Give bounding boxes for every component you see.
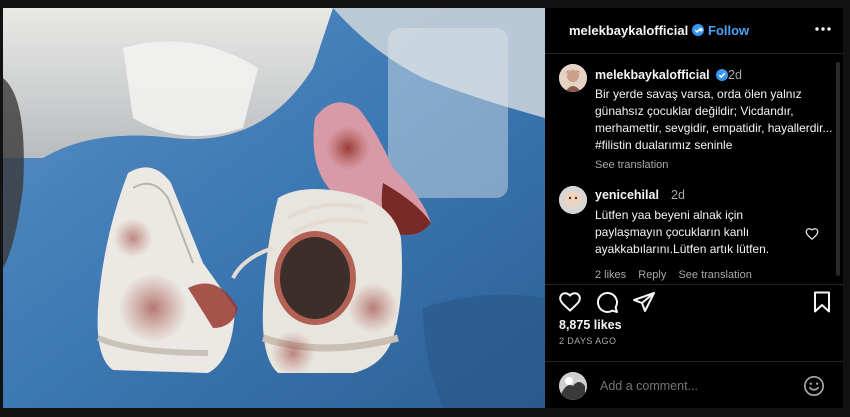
header-username-text: melekbaykalofficial: [569, 23, 689, 38]
caption-time[interactable]: 2d: [728, 68, 742, 82]
current-user-avatar-image: [559, 372, 587, 400]
caption-see-translation[interactable]: See translation: [595, 159, 668, 171]
comment-reply-button[interactable]: Reply: [638, 269, 666, 281]
caption-username[interactable]: melekbaykalofficial: [595, 68, 710, 82]
post-image-illustration: [3, 8, 545, 408]
post-modal: melekbaykalofficial • Follow melekbaykal…: [0, 0, 850, 417]
share-icon[interactable]: [632, 290, 656, 314]
comment-like-heart-icon[interactable]: [805, 227, 819, 241]
comment-text: Lütfen yaa beyeni alnak için paylaşmayın…: [595, 208, 770, 256]
comment-username[interactable]: yenicehilal: [595, 188, 659, 202]
add-comment-input[interactable]: [600, 379, 790, 393]
header-username[interactable]: melekbaykalofficial: [569, 23, 705, 38]
add-comment-row: [545, 368, 843, 404]
caption-avatar[interactable]: [559, 64, 587, 92]
post-actions: [545, 290, 843, 320]
emoji-icon[interactable]: [803, 375, 825, 397]
post-likes-count[interactable]: 8,875 likes: [559, 318, 622, 332]
caption-avatar-image: [559, 64, 587, 92]
divider: [545, 284, 843, 285]
comment-avatar[interactable]: [559, 186, 587, 214]
comment-meta: 2 likes Reply See translation: [595, 269, 761, 281]
post-header: melekbaykalofficial • Follow: [545, 8, 843, 54]
comment-likes[interactable]: 2 likes: [595, 269, 626, 281]
comment-icon[interactable]: [595, 290, 619, 314]
heart-icon[interactable]: [558, 290, 582, 314]
comment-see-translation[interactable]: See translation: [678, 269, 751, 281]
comment-item: yenicehilal 2d Lütfen yaa beyeni alnak i…: [557, 186, 837, 281]
current-user-avatar[interactable]: [559, 372, 587, 400]
follow-button[interactable]: Follow: [708, 23, 749, 38]
comment-time[interactable]: 2d: [671, 188, 685, 202]
header-separator: •: [699, 23, 704, 37]
verified-icon: [716, 69, 728, 81]
more-icon[interactable]: [813, 20, 833, 38]
caption-text: Bir yerde savaş varsa, orda ölen yalnız …: [595, 87, 833, 152]
post-timestamp[interactable]: 2 DAYS AGO: [559, 336, 616, 346]
post-side-panel: melekbaykalofficial • Follow melekbaykal…: [545, 8, 843, 408]
divider: [545, 361, 843, 362]
bookmark-icon[interactable]: [810, 290, 834, 314]
comment-avatar-image: [559, 186, 587, 214]
post-image[interactable]: [3, 8, 545, 408]
